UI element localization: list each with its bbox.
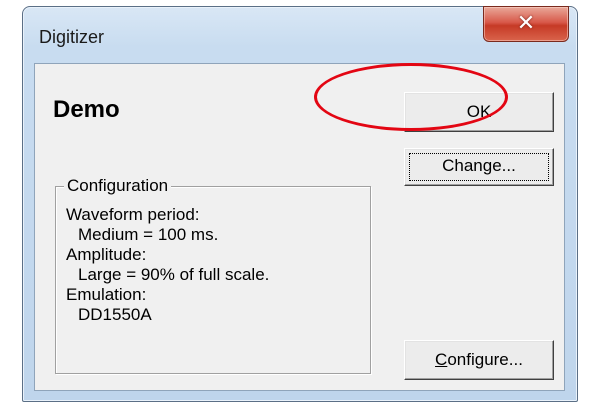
amplitude-label: Amplitude:: [66, 245, 147, 264]
close-icon: ✕: [516, 11, 536, 36]
focus-rectangle: [409, 153, 549, 181]
digitizer-window: Digitizer ✕ Demo OK Change... Configurat…: [22, 6, 578, 402]
emulation-value: DD1550A: [78, 305, 152, 324]
title-bar[interactable]: Digitizer ✕: [23, 6, 577, 65]
configuration-details: Waveform period: Medium = 100 ms. Amplit…: [66, 205, 269, 325]
emulation-label: Emulation:: [66, 285, 147, 304]
waveform-period-value: Medium = 100 ms.: [78, 225, 219, 244]
window-title: Digitizer: [39, 27, 105, 47]
dialog-client-area: Demo OK Change... Configuration Waveform…: [34, 63, 565, 391]
configuration-group-title: Configuration: [64, 176, 172, 196]
ok-button[interactable]: OK: [404, 92, 554, 132]
configuration-groupbox: Configuration Waveform period: Medium = …: [55, 176, 371, 374]
waveform-period-label: Waveform period:: [66, 205, 200, 224]
configure-accelerator-key: C: [435, 350, 448, 369]
close-button[interactable]: ✕: [483, 6, 569, 42]
amplitude-value: Large = 90% of full scale.: [78, 265, 270, 284]
configure-button[interactable]: Configure...: [404, 340, 554, 380]
device-name: Demo: [53, 96, 120, 123]
configure-button-label: onfigure...: [447, 350, 523, 369]
change-button[interactable]: Change...: [404, 148, 554, 186]
